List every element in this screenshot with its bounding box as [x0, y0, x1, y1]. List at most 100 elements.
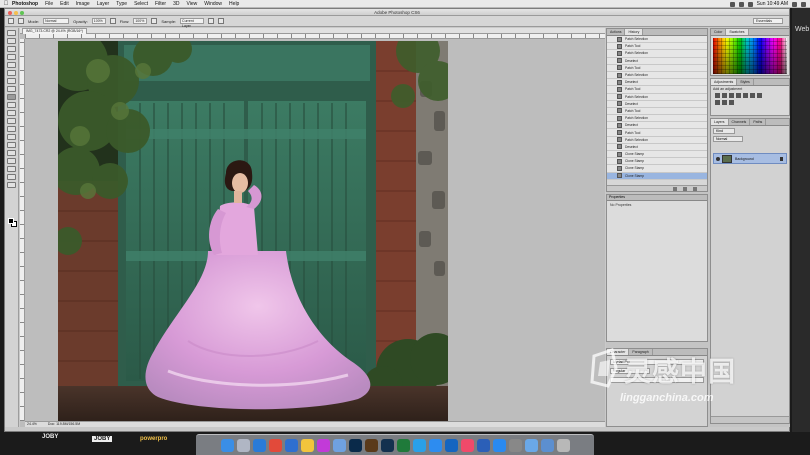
history-state-row[interactable]: Patch Selection	[607, 136, 707, 144]
crop-tool-icon[interactable]	[7, 62, 16, 68]
font-family-select[interactable]: Myriad Pro	[610, 359, 704, 365]
tab-layers[interactable]: Layers	[711, 119, 729, 125]
tab-styles[interactable]: Styles	[737, 79, 754, 85]
excel-icon[interactable]	[396, 438, 410, 452]
menu-view[interactable]: View	[187, 1, 198, 7]
clone-stamp-tool-icon[interactable]	[7, 94, 16, 100]
chrome-icon[interactable]	[268, 438, 282, 452]
history-state-row[interactable]: Deselect	[607, 100, 707, 108]
history-state-row[interactable]: Deselect	[607, 122, 707, 130]
move-tool-icon[interactable]	[7, 30, 16, 36]
menu-image[interactable]: Image	[76, 1, 90, 7]
healing-tool-icon[interactable]	[7, 78, 16, 84]
tab-channels[interactable]: Channels	[729, 119, 751, 125]
gradient-tool-icon[interactable]	[7, 118, 16, 124]
history-state-row[interactable]: Patch Tool	[607, 86, 707, 94]
eyedropper-tool-icon[interactable]	[7, 70, 16, 76]
brush-preset-icon[interactable]	[18, 18, 24, 24]
battery-icon[interactable]	[747, 1, 753, 7]
history-state-row[interactable]: Patch Selection	[607, 36, 707, 44]
menu-3d[interactable]: 3D	[173, 1, 179, 7]
outlook-icon[interactable]	[444, 438, 458, 452]
type-tool-icon[interactable]	[7, 150, 16, 156]
brush-tool-icon[interactable]	[7, 86, 16, 92]
color-balance-icon[interactable]	[757, 93, 762, 98]
preview-icon[interactable]	[332, 438, 346, 452]
history-state-row[interactable]: Clone Stamp	[607, 158, 707, 166]
photo-filter-icon[interactable]	[722, 100, 727, 105]
photoshop-icon[interactable]	[348, 438, 362, 452]
downloads-icon[interactable]	[540, 438, 554, 452]
search-icon[interactable]	[792, 1, 797, 7]
trash-icon[interactable]	[693, 187, 697, 191]
bridge-icon[interactable]	[364, 438, 378, 452]
menu-app[interactable]: Photoshop	[12, 1, 38, 7]
tab-history[interactable]: History	[625, 29, 644, 35]
quick-select-tool-icon[interactable]	[7, 54, 16, 60]
history-state-row[interactable]: Clone Stamp	[607, 165, 707, 173]
vibrance-icon[interactable]	[743, 93, 748, 98]
tab-adjustments[interactable]: Adjustments	[711, 79, 738, 85]
history-state-row[interactable]: Deselect	[607, 143, 707, 151]
swatch-grid[interactable]	[713, 38, 787, 74]
history-state-row[interactable]: Patch Tool	[607, 129, 707, 137]
zoom-level[interactable]: 24.4%	[27, 422, 37, 426]
itunes-icon[interactable]	[316, 438, 330, 452]
safari-icon[interactable]	[252, 438, 266, 452]
menu-file[interactable]: File	[45, 1, 53, 7]
font-style-select[interactable]: Regular	[610, 368, 650, 374]
zoom-tool-icon[interactable]	[7, 182, 16, 188]
apple-menu-icon[interactable]: 	[0, 1, 12, 7]
eraser-tool-icon[interactable]	[7, 110, 16, 116]
tab-paragraph[interactable]: Paragraph	[629, 349, 653, 355]
minimize-window-button[interactable]	[14, 10, 18, 15]
sample-select[interactable]: Current Layer	[180, 18, 205, 28]
music-icon[interactable]	[460, 438, 474, 452]
tool-preset-icon[interactable]	[8, 18, 14, 24]
history-state-row[interactable]: Clone Stamp	[607, 172, 707, 180]
channel-mixer-icon[interactable]	[729, 100, 734, 105]
history-state-row[interactable]: Deselect	[607, 79, 707, 87]
eye-icon[interactable]	[716, 156, 720, 161]
blur-tool-icon[interactable]	[7, 126, 16, 132]
menu-layer[interactable]: Layer	[97, 1, 110, 7]
new-snapshot-icon[interactable]	[683, 187, 687, 191]
menu-select[interactable]: Select	[134, 1, 148, 7]
curves-icon[interactable]	[729, 93, 734, 98]
lasso-tool-icon[interactable]	[7, 46, 16, 52]
menu-filter[interactable]: Filter	[155, 1, 166, 7]
airbrush-icon[interactable]	[151, 18, 158, 24]
finder-icon[interactable]	[220, 438, 234, 452]
tab-swatches[interactable]: Swatches	[726, 29, 749, 35]
mode-select[interactable]: Normal	[43, 18, 70, 24]
history-state-row[interactable]: Deselect	[607, 57, 707, 65]
trash-icon[interactable]	[556, 438, 570, 452]
history-state-row[interactable]: Patch Selection	[607, 93, 707, 101]
history-state-row[interactable]: Patch Tool	[607, 43, 707, 51]
marquee-tool-icon[interactable]	[7, 38, 16, 44]
font-size-field[interactable]	[610, 377, 704, 383]
vertical-ruler[interactable]	[20, 39, 25, 421]
menu-edit[interactable]: Edit	[60, 1, 69, 7]
appstore-icon[interactable]	[492, 438, 506, 452]
history-state-row[interactable]: Patch Selection	[607, 50, 707, 58]
blend-mode-select[interactable]: Normal	[713, 136, 743, 142]
mail-icon[interactable]	[284, 438, 298, 452]
black-white-icon[interactable]	[715, 100, 720, 105]
ignore-adjustment-icon[interactable]	[208, 18, 215, 24]
wifi-icon[interactable]	[738, 1, 744, 7]
dodge-tool-icon[interactable]	[7, 134, 16, 140]
image-canvas[interactable]	[58, 41, 448, 427]
history-brush-tool-icon[interactable]	[7, 102, 16, 108]
menu-window[interactable]: Window	[204, 1, 222, 7]
capture-icon[interactable]	[508, 438, 522, 452]
history-state-row[interactable]: Patch Tool	[607, 64, 707, 72]
path-select-tool-icon[interactable]	[7, 158, 16, 164]
foreground-color-swatch[interactable]	[8, 218, 14, 224]
history-state-row[interactable]: Patch Selection	[607, 71, 707, 80]
hue-saturation-icon[interactable]	[750, 93, 755, 98]
notification-icon[interactable]	[801, 1, 806, 7]
clock[interactable]: Sun 10:49 AM	[757, 1, 788, 7]
history-state-row[interactable]: Clone Stamp	[607, 151, 707, 159]
flow-field[interactable]: 100%	[133, 18, 148, 24]
